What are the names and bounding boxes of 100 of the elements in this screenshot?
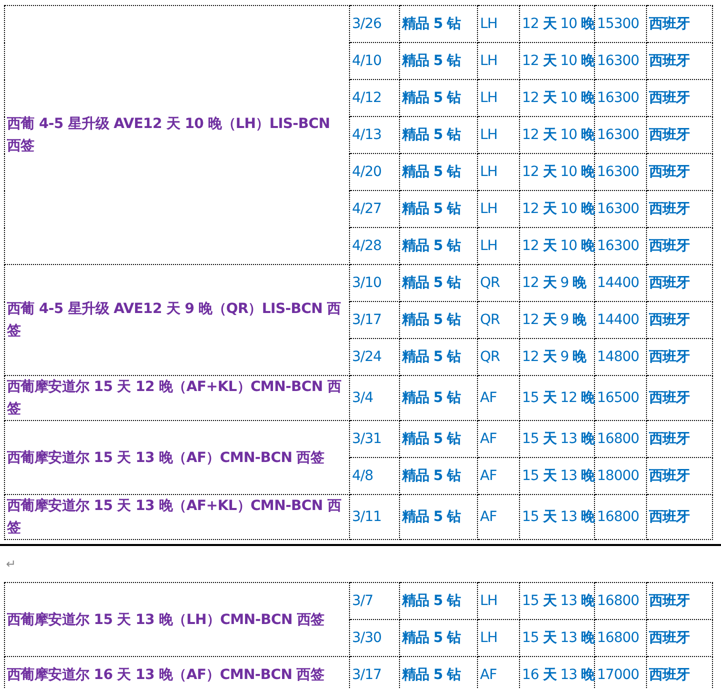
duration-cell: 12 天 10 晚 bbox=[520, 190, 594, 228]
airline-cell: QR bbox=[478, 338, 520, 376]
airline-cell: LH bbox=[478, 620, 520, 656]
duration-cell: 12 天 10 晚 bbox=[520, 80, 594, 116]
country-cell: 西班牙 bbox=[646, 42, 712, 80]
price-cell: 14800 bbox=[594, 338, 646, 376]
grade-cell: 精品 5 钻 bbox=[400, 264, 478, 302]
country-cell: 西班牙 bbox=[646, 582, 712, 620]
country-cell: 西班牙 bbox=[646, 6, 712, 42]
grade-cell: 精品 5 钻 bbox=[400, 420, 478, 458]
duration-cell: 12 天 10 晚 bbox=[520, 116, 594, 154]
date-cell: 3/10 bbox=[350, 264, 400, 302]
date-cell: 3/30 bbox=[350, 620, 400, 656]
airline-cell: LH bbox=[478, 6, 520, 42]
grade-cell: 精品 5 钻 bbox=[400, 116, 478, 154]
duration-cell: 15 天 13 晚 bbox=[520, 620, 594, 656]
date-cell: 3/26 bbox=[350, 6, 400, 42]
price-cell: 15300 bbox=[594, 6, 646, 42]
country-cell: 西班牙 bbox=[646, 302, 712, 338]
paragraph-mark: ↵ bbox=[6, 557, 16, 571]
airline-cell: AF bbox=[478, 494, 520, 540]
price-cell: 16300 bbox=[594, 42, 646, 80]
tour-title: 西葡 4-5 星升级 AVE12 天 9 晚（QR）LIS-BCN 西签 bbox=[4, 264, 350, 376]
duration-cell: 15 天 12 晚 bbox=[520, 376, 594, 420]
date-cell: 3/24 bbox=[350, 338, 400, 376]
country-cell: 西班牙 bbox=[646, 420, 712, 458]
airline-cell: LH bbox=[478, 116, 520, 154]
grade-cell: 精品 5 钻 bbox=[400, 338, 478, 376]
price-cell: 14400 bbox=[594, 302, 646, 338]
date-cell: 3/7 bbox=[350, 582, 400, 620]
grade-cell: 精品 5 钻 bbox=[400, 458, 478, 494]
duration-cell: 12 天 10 晚 bbox=[520, 6, 594, 42]
grade-cell: 精品 5 钻 bbox=[400, 42, 478, 80]
date-cell: 4/10 bbox=[350, 42, 400, 80]
airline-cell: LH bbox=[478, 582, 520, 620]
duration-cell: 12 天 10 晚 bbox=[520, 42, 594, 80]
price-cell: 14400 bbox=[594, 264, 646, 302]
country-cell: 西班牙 bbox=[646, 338, 712, 376]
date-cell: 4/28 bbox=[350, 228, 400, 264]
price-cell: 16300 bbox=[594, 228, 646, 264]
airline-cell: QR bbox=[478, 264, 520, 302]
date-cell: 4/27 bbox=[350, 190, 400, 228]
country-cell: 西班牙 bbox=[646, 190, 712, 228]
airline-cell: AF bbox=[478, 376, 520, 420]
duration-cell: 12 天 10 晚 bbox=[520, 228, 594, 264]
duration-cell: 12 天 9 晚 bbox=[520, 338, 594, 376]
grade-cell: 精品 5 钻 bbox=[400, 190, 478, 228]
airline-cell: AF bbox=[478, 458, 520, 494]
tour-title: 西葡摩安道尔 16 天 13 晚（AF）CMN-BCN 西签 bbox=[4, 656, 350, 689]
grade-cell: 精品 5 钻 bbox=[400, 494, 478, 540]
duration-cell: 15 天 13 晚 bbox=[520, 494, 594, 540]
airline-cell: LH bbox=[478, 80, 520, 116]
date-cell: 4/13 bbox=[350, 116, 400, 154]
duration-cell: 12 天 10 晚 bbox=[520, 154, 594, 190]
airline-cell: LH bbox=[478, 154, 520, 190]
airline-cell: LH bbox=[478, 228, 520, 264]
grade-cell: 精品 5 钻 bbox=[400, 6, 478, 42]
country-cell: 西班牙 bbox=[646, 458, 712, 494]
date-cell: 4/12 bbox=[350, 80, 400, 116]
date-cell: 3/31 bbox=[350, 420, 400, 458]
country-cell: 西班牙 bbox=[646, 116, 712, 154]
country-cell: 西班牙 bbox=[646, 656, 712, 689]
price-cell: 18000 bbox=[594, 458, 646, 494]
airline-cell: AF bbox=[478, 656, 520, 689]
duration-cell: 15 天 13 晚 bbox=[520, 458, 594, 494]
grade-cell: 精品 5 钻 bbox=[400, 620, 478, 656]
grade-cell: 精品 5 钻 bbox=[400, 376, 478, 420]
grade-cell: 精品 5 钻 bbox=[400, 302, 478, 338]
tour-title: 西葡摩安道尔 15 天 13 晚（AF+KL）CMN-BCN 西签 bbox=[4, 494, 350, 540]
airline-cell: AF bbox=[478, 420, 520, 458]
price-cell: 16800 bbox=[594, 582, 646, 620]
grade-cell: 精品 5 钻 bbox=[400, 582, 478, 620]
price-cell: 16300 bbox=[594, 116, 646, 154]
date-cell: 4/20 bbox=[350, 154, 400, 190]
price-cell: 16800 bbox=[594, 420, 646, 458]
price-cell: 16800 bbox=[594, 620, 646, 656]
grade-cell: 精品 5 钻 bbox=[400, 656, 478, 689]
airline-cell: QR bbox=[478, 302, 520, 338]
country-cell: 西班牙 bbox=[646, 80, 712, 116]
tour-title: 西葡 4-5 星升级 AVE12 天 10 晚（LH）LIS-BCN 西签 bbox=[4, 6, 350, 264]
duration-cell: 12 天 9 晚 bbox=[520, 264, 594, 302]
country-cell: 西班牙 bbox=[646, 376, 712, 420]
price-cell: 16300 bbox=[594, 154, 646, 190]
grade-cell: 精品 5 钻 bbox=[400, 154, 478, 190]
date-cell: 4/8 bbox=[350, 458, 400, 494]
country-cell: 西班牙 bbox=[646, 620, 712, 656]
country-cell: 西班牙 bbox=[646, 264, 712, 302]
duration-cell: 15 天 13 晚 bbox=[520, 420, 594, 458]
date-cell: 3/11 bbox=[350, 494, 400, 540]
date-cell: 3/17 bbox=[350, 302, 400, 338]
grade-cell: 精品 5 钻 bbox=[400, 228, 478, 264]
country-cell: 西班牙 bbox=[646, 228, 712, 264]
price-cell: 16300 bbox=[594, 80, 646, 116]
price-cell: 16300 bbox=[594, 190, 646, 228]
airline-cell: LH bbox=[478, 42, 520, 80]
duration-cell: 12 天 9 晚 bbox=[520, 302, 594, 338]
country-cell: 西班牙 bbox=[646, 154, 712, 190]
grade-cell: 精品 5 钻 bbox=[400, 80, 478, 116]
price-cell: 16500 bbox=[594, 376, 646, 420]
duration-cell: 15 天 13 晚 bbox=[520, 582, 594, 620]
